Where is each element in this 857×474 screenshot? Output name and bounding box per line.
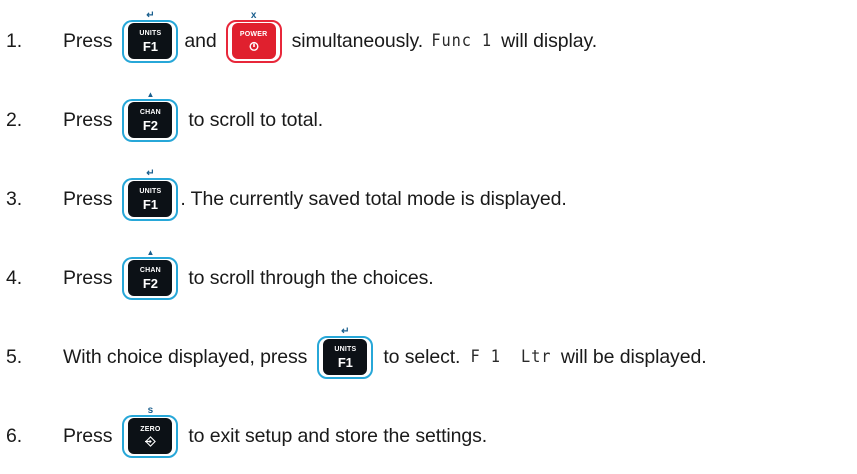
- lcd-readout: Func 1: [431, 31, 493, 51]
- units-f1-key: ↵ UNITS F1: [122, 168, 179, 221]
- key-label-bottom: F2: [142, 275, 158, 291]
- key-label-top: UNITS: [139, 29, 162, 37]
- step-text: will display.: [501, 29, 598, 52]
- key-label-top: UNITS: [334, 345, 357, 353]
- enter-arrow-icon: ↵: [341, 325, 350, 337]
- key-face: UNITS F1: [128, 23, 173, 59]
- enter-arrow-icon: ↵: [146, 9, 155, 21]
- step-text: to scroll through the choices.: [188, 266, 434, 289]
- key-label-bottom: F1: [142, 38, 158, 54]
- step-text: Press: [63, 29, 113, 52]
- enter-arrow-icon: ↵: [146, 167, 155, 179]
- step-text: Press: [63, 424, 113, 447]
- up-triangle-icon: ▲: [146, 89, 155, 99]
- zero-key: s ZERO: [122, 405, 179, 458]
- up-triangle-icon: ▲: [146, 247, 155, 257]
- step-text: and: [184, 29, 217, 52]
- step-text: to scroll to total.: [188, 108, 324, 131]
- step-number: 1.: [6, 29, 23, 52]
- key-label-top: CHAN: [139, 266, 161, 274]
- key-label-top: UNITS: [139, 187, 162, 195]
- lcd-readout: F 1 Ltr: [470, 347, 552, 367]
- key-label-top: CHAN: [139, 108, 161, 116]
- key-label-top: ZERO: [140, 425, 161, 433]
- step-6: 6. Press s ZERO to exit setup and store …: [0, 405, 857, 460]
- key-face: CHAN F2: [128, 102, 173, 138]
- step-text: will be displayed.: [560, 345, 707, 368]
- step-text: simultaneously.: [291, 29, 424, 52]
- power-key: x POWER: [225, 10, 282, 63]
- key-face: CHAN F2: [128, 260, 173, 296]
- step-3: 3. Press ↵ UNITS F1 . The currently save…: [0, 168, 857, 223]
- step-4: 4. Press ▲ CHAN F2 to scroll through the…: [0, 248, 857, 302]
- x-mark-icon: x: [250, 9, 257, 21]
- step-text: . The currently saved total mode is disp…: [180, 187, 567, 210]
- step-text: Press: [63, 108, 113, 131]
- key-face: UNITS F1: [323, 339, 368, 375]
- key-label-bottom: F2: [142, 117, 158, 133]
- power-icon: [249, 41, 259, 51]
- s-mark-icon: s: [147, 404, 154, 416]
- step-text: to exit setup and store the settings.: [188, 424, 488, 447]
- zero-arrow-icon: [144, 435, 156, 447]
- step-1: 1. Press ↵ UNITS F1 and x POWER simultan…: [0, 10, 857, 65]
- key-label-top: POWER: [239, 31, 268, 38]
- key-face: ZERO: [128, 418, 173, 454]
- units-f1-key: ↵ UNITS F1: [122, 10, 179, 63]
- step-text: Press: [63, 266, 113, 289]
- step-number: 5.: [6, 345, 23, 368]
- step-number: 6.: [6, 424, 23, 447]
- step-number: 4.: [6, 266, 23, 289]
- key-face: POWER: [231, 23, 276, 59]
- step-text: Press: [63, 187, 113, 210]
- step-text: With choice displayed, press: [63, 345, 308, 368]
- step-number: 3.: [6, 187, 23, 210]
- step-5: 5. With choice displayed, press ↵ UNITS …: [0, 326, 857, 381]
- key-face: UNITS F1: [128, 181, 173, 217]
- chan-f2-key: ▲ CHAN F2: [122, 90, 179, 142]
- key-label-bottom: F1: [142, 196, 158, 212]
- step-text: to select.: [383, 345, 461, 368]
- units-f1-key: ↵ UNITS F1: [317, 326, 374, 379]
- chan-f2-key: ▲ CHAN F2: [122, 248, 179, 300]
- key-label-bottom: F1: [337, 354, 353, 370]
- step-2: 2. Press ▲ CHAN F2 to scroll to total.: [0, 90, 857, 144]
- step-number: 2.: [6, 108, 23, 131]
